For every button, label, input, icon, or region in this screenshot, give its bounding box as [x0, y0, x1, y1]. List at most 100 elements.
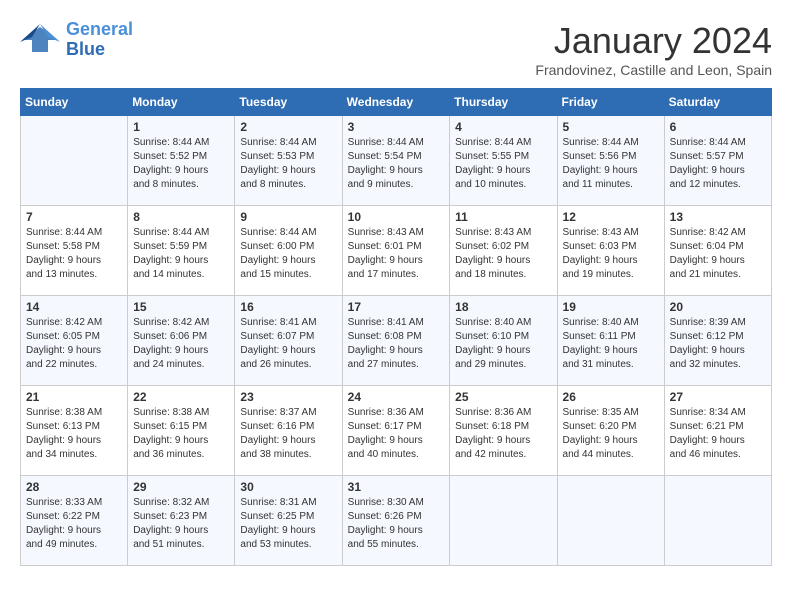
calendar-cell: 16 Sunrise: 8:41 AM Sunset: 6:07 PM Dayli…: [235, 296, 342, 386]
day-number: 10: [348, 210, 445, 224]
day-number: 25: [455, 390, 551, 404]
day-number: 31: [348, 480, 445, 494]
day-info: Sunrise: 8:31 AM Sunset: 6:25 PM Dayligh…: [240, 496, 336, 552]
day-info: Sunrise: 8:44 AM Sunset: 5:59 PM Dayligh…: [133, 226, 229, 282]
day-number: 16: [240, 300, 336, 314]
day-info: Sunrise: 8:42 AM Sunset: 6:05 PM Dayligh…: [26, 316, 122, 372]
day-number: 27: [670, 390, 766, 404]
day-number: 2: [240, 120, 336, 134]
day-header-saturday: Saturday: [664, 89, 771, 116]
calendar-cell: 11 Sunrise: 8:43 AM Sunset: 6:02 PM Dayli…: [450, 206, 557, 296]
day-header-monday: Monday: [128, 89, 235, 116]
calendar-cell: 25 Sunrise: 8:36 AM Sunset: 6:18 PM Dayli…: [450, 386, 557, 476]
day-info: Sunrise: 8:44 AM Sunset: 5:53 PM Dayligh…: [240, 136, 336, 192]
page-header: General Blue January 2024 Frandovinez, C…: [20, 20, 772, 78]
day-number: 13: [670, 210, 766, 224]
calendar-cell: 5 Sunrise: 8:44 AM Sunset: 5:56 PM Daylig…: [557, 116, 664, 206]
day-number: 19: [563, 300, 659, 314]
day-header-friday: Friday: [557, 89, 664, 116]
day-number: 26: [563, 390, 659, 404]
calendar-cell: 7 Sunrise: 8:44 AM Sunset: 5:58 PM Daylig…: [21, 206, 128, 296]
calendar-week-4: 21 Sunrise: 8:38 AM Sunset: 6:13 PM Dayli…: [21, 386, 772, 476]
day-info: Sunrise: 8:44 AM Sunset: 6:00 PM Dayligh…: [240, 226, 336, 282]
calendar-cell: 1 Sunrise: 8:44 AM Sunset: 5:52 PM Daylig…: [128, 116, 235, 206]
calendar-week-5: 28 Sunrise: 8:33 AM Sunset: 6:22 PM Dayli…: [21, 476, 772, 566]
day-number: 11: [455, 210, 551, 224]
day-number: 21: [26, 390, 122, 404]
calendar-cell: 18Sunrise: 8:40 AM Sunset: 6:10 PM Dayli…: [450, 296, 557, 386]
logo: General Blue: [20, 20, 133, 60]
calendar-cell: 31 Sunrise: 8:30 AM Sunset: 6:26 PM Dayli…: [342, 476, 450, 566]
title-block: January 2024 Frandovinez, Castille and L…: [535, 20, 772, 78]
day-info: Sunrise: 8:44 AM Sunset: 5:58 PM Dayligh…: [26, 226, 122, 282]
calendar-week-3: 14 Sunrise: 8:42 AM Sunset: 6:05 PM Dayli…: [21, 296, 772, 386]
calendar-cell: 22 Sunrise: 8:38 AM Sunset: 6:15 PM Dayli…: [128, 386, 235, 476]
calendar-cell: 19 Sunrise: 8:40 AM Sunset: 6:11 PM Dayli…: [557, 296, 664, 386]
calendar-table: SundayMondayTuesdayWednesdayThursdayFrid…: [20, 88, 772, 566]
day-number: 24: [348, 390, 445, 404]
day-info: Sunrise: 8:44 AM Sunset: 5:56 PM Dayligh…: [563, 136, 659, 192]
day-number: 20: [670, 300, 766, 314]
logo-icon: [20, 22, 60, 57]
calendar-cell: 8 Sunrise: 8:44 AM Sunset: 5:59 PM Daylig…: [128, 206, 235, 296]
day-header-tuesday: Tuesday: [235, 89, 342, 116]
day-header-sunday: Sunday: [21, 89, 128, 116]
day-number: 9: [240, 210, 336, 224]
day-info: Sunrise: 8:44 AM Sunset: 5:57 PM Dayligh…: [670, 136, 766, 192]
day-info: Sunrise: 8:44 AM Sunset: 5:54 PM Dayligh…: [348, 136, 445, 192]
calendar-week-1: 1 Sunrise: 8:44 AM Sunset: 5:52 PM Daylig…: [21, 116, 772, 206]
day-header-thursday: Thursday: [450, 89, 557, 116]
day-number: 30: [240, 480, 336, 494]
calendar-cell: 20 Sunrise: 8:39 AM Sunset: 6:12 PM Dayli…: [664, 296, 771, 386]
day-number: 18: [455, 300, 551, 314]
calendar-cell: 13 Sunrise: 8:42 AM Sunset: 6:04 PM Dayli…: [664, 206, 771, 296]
logo-line2: Blue: [66, 39, 105, 59]
day-info: Sunrise: 8:39 AM Sunset: 6:12 PM Dayligh…: [670, 316, 766, 372]
calendar-cell: 30 Sunrise: 8:31 AM Sunset: 6:25 PM Dayli…: [235, 476, 342, 566]
calendar-cell: 29 Sunrise: 8:32 AM Sunset: 6:23 PM Dayli…: [128, 476, 235, 566]
day-number: 5: [563, 120, 659, 134]
day-number: 14: [26, 300, 122, 314]
day-number: 28: [26, 480, 122, 494]
calendar-cell: 4Sunrise: 8:44 AM Sunset: 5:55 PM Daylig…: [450, 116, 557, 206]
calendar-cell: 9 Sunrise: 8:44 AM Sunset: 6:00 PM Daylig…: [235, 206, 342, 296]
calendar-cell: [664, 476, 771, 566]
day-info: Sunrise: 8:35 AM Sunset: 6:20 PM Dayligh…: [563, 406, 659, 462]
day-number: 8: [133, 210, 229, 224]
logo-line1: General: [66, 19, 133, 39]
day-number: 29: [133, 480, 229, 494]
day-info: Sunrise: 8:43 AM Sunset: 6:03 PM Dayligh…: [563, 226, 659, 282]
day-info: Sunrise: 8:34 AM Sunset: 6:21 PM Dayligh…: [670, 406, 766, 462]
day-info: Sunrise: 8:38 AM Sunset: 6:15 PM Dayligh…: [133, 406, 229, 462]
day-number: 22: [133, 390, 229, 404]
day-info: Sunrise: 8:30 AM Sunset: 6:26 PM Dayligh…: [348, 496, 445, 552]
day-info: Sunrise: 8:36 AM Sunset: 6:18 PM Dayligh…: [455, 406, 551, 462]
month-title: January 2024: [535, 20, 772, 62]
day-number: 17: [348, 300, 445, 314]
calendar-cell: 15Sunrise: 8:42 AM Sunset: 6:06 PM Dayli…: [128, 296, 235, 386]
calendar-cell: 10Sunrise: 8:43 AM Sunset: 6:01 PM Dayli…: [342, 206, 450, 296]
day-info: Sunrise: 8:37 AM Sunset: 6:16 PM Dayligh…: [240, 406, 336, 462]
calendar-cell: 6 Sunrise: 8:44 AM Sunset: 5:57 PM Daylig…: [664, 116, 771, 206]
calendar-cell: [21, 116, 128, 206]
day-number: 6: [670, 120, 766, 134]
calendar-cell: 26 Sunrise: 8:35 AM Sunset: 6:20 PM Dayli…: [557, 386, 664, 476]
day-info: Sunrise: 8:44 AM Sunset: 5:52 PM Dayligh…: [133, 136, 229, 192]
calendar-cell: 24Sunrise: 8:36 AM Sunset: 6:17 PM Dayli…: [342, 386, 450, 476]
day-info: Sunrise: 8:43 AM Sunset: 6:02 PM Dayligh…: [455, 226, 551, 282]
day-info: Sunrise: 8:38 AM Sunset: 6:13 PM Dayligh…: [26, 406, 122, 462]
day-number: 3: [348, 120, 445, 134]
day-info: Sunrise: 8:40 AM Sunset: 6:11 PM Dayligh…: [563, 316, 659, 372]
day-info: Sunrise: 8:42 AM Sunset: 6:04 PM Dayligh…: [670, 226, 766, 282]
calendar-cell: 2 Sunrise: 8:44 AM Sunset: 5:53 PM Daylig…: [235, 116, 342, 206]
day-info: Sunrise: 8:33 AM Sunset: 6:22 PM Dayligh…: [26, 496, 122, 552]
day-number: 23: [240, 390, 336, 404]
day-number: 12: [563, 210, 659, 224]
calendar-cell: 14 Sunrise: 8:42 AM Sunset: 6:05 PM Dayli…: [21, 296, 128, 386]
day-info: Sunrise: 8:41 AM Sunset: 6:07 PM Dayligh…: [240, 316, 336, 372]
day-info: Sunrise: 8:32 AM Sunset: 6:23 PM Dayligh…: [133, 496, 229, 552]
day-number: 7: [26, 210, 122, 224]
day-info: Sunrise: 8:41 AM Sunset: 6:08 PM Dayligh…: [348, 316, 445, 372]
calendar-cell: 23 Sunrise: 8:37 AM Sunset: 6:16 PM Dayli…: [235, 386, 342, 476]
day-number: 1: [133, 120, 229, 134]
